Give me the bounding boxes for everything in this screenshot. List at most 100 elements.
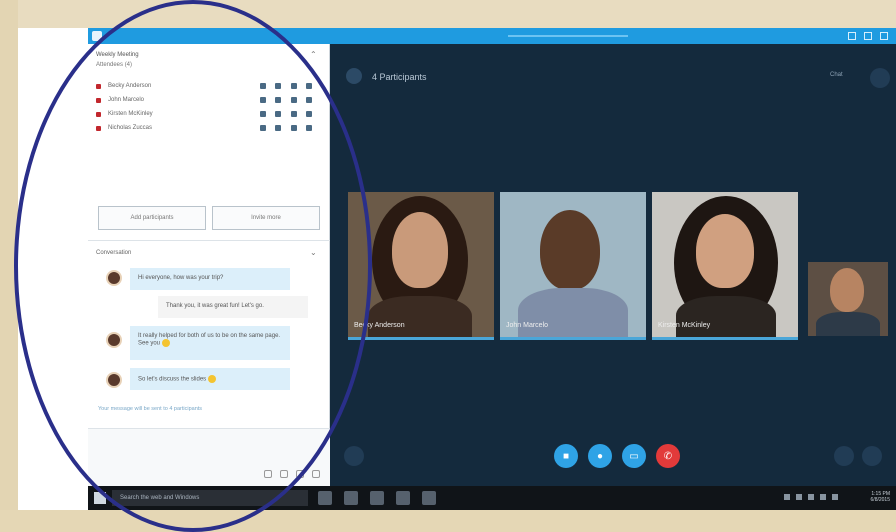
skype-app-icon (92, 31, 102, 41)
chat-icon[interactable] (290, 111, 297, 117)
participant-actions (260, 125, 312, 131)
video-person-body (816, 312, 880, 336)
battery-icon[interactable] (820, 494, 826, 500)
more-icon[interactable] (305, 97, 312, 103)
taskbar-search[interactable]: Search the web and Windows (112, 490, 308, 506)
fullscreen-icon[interactable] (834, 446, 854, 466)
end-call-button[interactable]: ✆ (656, 444, 680, 468)
title-bar (88, 28, 896, 44)
more-icon[interactable] (305, 83, 312, 89)
chat-icon[interactable] (290, 125, 297, 131)
emoji-icon[interactable] (280, 470, 288, 478)
video-tile[interactable]: Kirsten McKinley (652, 192, 798, 340)
more-options-icon[interactable] (296, 470, 304, 478)
volume-icon[interactable] (808, 494, 814, 500)
chat-toggle[interactable]: Chat (830, 72, 843, 78)
video-icon[interactable] (275, 83, 282, 89)
video-tile[interactable]: Becky Anderson (348, 192, 494, 340)
status-dot-icon (96, 112, 101, 117)
title-bar-indicator (508, 35, 628, 37)
conversation-chevron-icon[interactable]: ⌄ (310, 248, 317, 257)
close-button[interactable] (880, 32, 888, 40)
taskbar-clock[interactable]: 1:15 PM 6/8/2015 (871, 491, 890, 503)
background-page (18, 28, 88, 510)
video-icon[interactable] (275, 125, 282, 131)
collapse-chevron-icon[interactable]: ⌃ (310, 50, 317, 59)
minimize-button[interactable] (848, 32, 856, 40)
back-icon[interactable] (346, 68, 362, 84)
participant-row[interactable]: Kirsten McKinley (96, 108, 322, 122)
video-person-body (518, 288, 628, 337)
mic-icon[interactable] (260, 97, 266, 103)
share-screen-button[interactable]: ▭ (622, 444, 646, 468)
system-tray (784, 494, 838, 500)
video-icon[interactable] (275, 97, 282, 103)
participant-name: Kirsten McKinley (108, 111, 153, 117)
wink-emoji-icon (207, 375, 216, 383)
participant-name: Becky Anderson (108, 83, 152, 89)
task-view-icon[interactable] (318, 491, 332, 505)
meeting-title: Weekly Meeting (96, 52, 139, 58)
mic-icon[interactable] (260, 111, 266, 117)
outer-frame-left (0, 0, 18, 532)
mute-button[interactable]: ● (588, 444, 612, 468)
skype-taskbar-icon[interactable] (422, 491, 436, 505)
maximize-button[interactable] (864, 32, 872, 40)
section-divider (88, 240, 330, 241)
invite-more-button[interactable]: Invite more (212, 206, 320, 230)
tile-name-label: Becky Anderson (354, 322, 405, 329)
video-person-face (830, 268, 864, 312)
participant-row[interactable]: Becky Anderson (96, 80, 322, 94)
windows-taskbar: Search the web and Windows 1:15 PM 6/8/2… (88, 486, 896, 510)
edge-icon[interactable] (344, 491, 358, 505)
mic-icon[interactable] (260, 125, 266, 131)
network-icon[interactable] (796, 494, 802, 500)
tile-name-label: Kirsten McKinley (658, 322, 711, 329)
video-person-face (540, 210, 600, 290)
video-tile[interactable]: John Marcelo (500, 192, 646, 340)
participant-actions (260, 111, 312, 117)
video-tile[interactable] (808, 262, 888, 336)
more-icon[interactable] (305, 111, 312, 117)
meeting-subtitle: Attendees (4) (96, 62, 133, 68)
video-person-face (696, 214, 754, 288)
clock-date: 6/8/2015 (870, 497, 890, 503)
start-button-icon[interactable] (94, 492, 106, 504)
more-actions-icon[interactable] (862, 446, 882, 466)
own-message-bubble: Thank you, it was great fun! Let's go. (158, 296, 308, 318)
layout-icon[interactable] (870, 68, 890, 88)
video-person-body (676, 296, 776, 337)
avatar (106, 332, 122, 348)
status-dot-icon (96, 98, 101, 103)
video-person-body (368, 296, 472, 337)
conversation-title: Conversation (96, 250, 132, 256)
outer-frame-bottom (0, 510, 896, 532)
chat-icon[interactable] (290, 97, 297, 103)
message-text: So let's discuss the slides (138, 376, 207, 383)
tray-up-icon[interactable] (784, 494, 790, 500)
send-icon[interactable] (312, 470, 320, 478)
meeting-side-panel: Weekly Meeting Attendees (4) ⌃ Becky And… (88, 44, 330, 486)
compose-actions (264, 470, 320, 478)
video-toggle-button[interactable]: ■ (554, 444, 578, 468)
participant-list: Becky Anderson John Marcelo Kirsten McKi… (96, 80, 322, 136)
participant-row[interactable]: John Marcelo (96, 94, 322, 108)
file-explorer-icon[interactable] (370, 491, 384, 505)
conversation-note: Your message will be sent to 4 participa… (98, 406, 203, 412)
more-icon[interactable] (305, 125, 312, 131)
message-bubble: It really helped for both of us to be on… (130, 326, 290, 360)
notifications-icon[interactable] (832, 494, 838, 500)
chat-icon[interactable] (290, 83, 297, 89)
participant-row[interactable]: Nicholas Zuccas (96, 122, 322, 136)
video-person-face (392, 212, 448, 288)
store-icon[interactable] (396, 491, 410, 505)
chat-panel-icon[interactable] (344, 446, 364, 466)
video-icon[interactable] (275, 111, 282, 117)
taskbar-apps (318, 491, 436, 505)
message-compose-area[interactable] (88, 428, 330, 486)
call-controls: ■ ● ▭ ✆ (554, 444, 680, 468)
mic-icon[interactable] (260, 83, 266, 89)
add-participants-button[interactable]: Add participants (98, 206, 206, 230)
attach-icon[interactable] (264, 470, 272, 478)
message-bubble: Hi everyone, how was your trip? (130, 268, 290, 290)
